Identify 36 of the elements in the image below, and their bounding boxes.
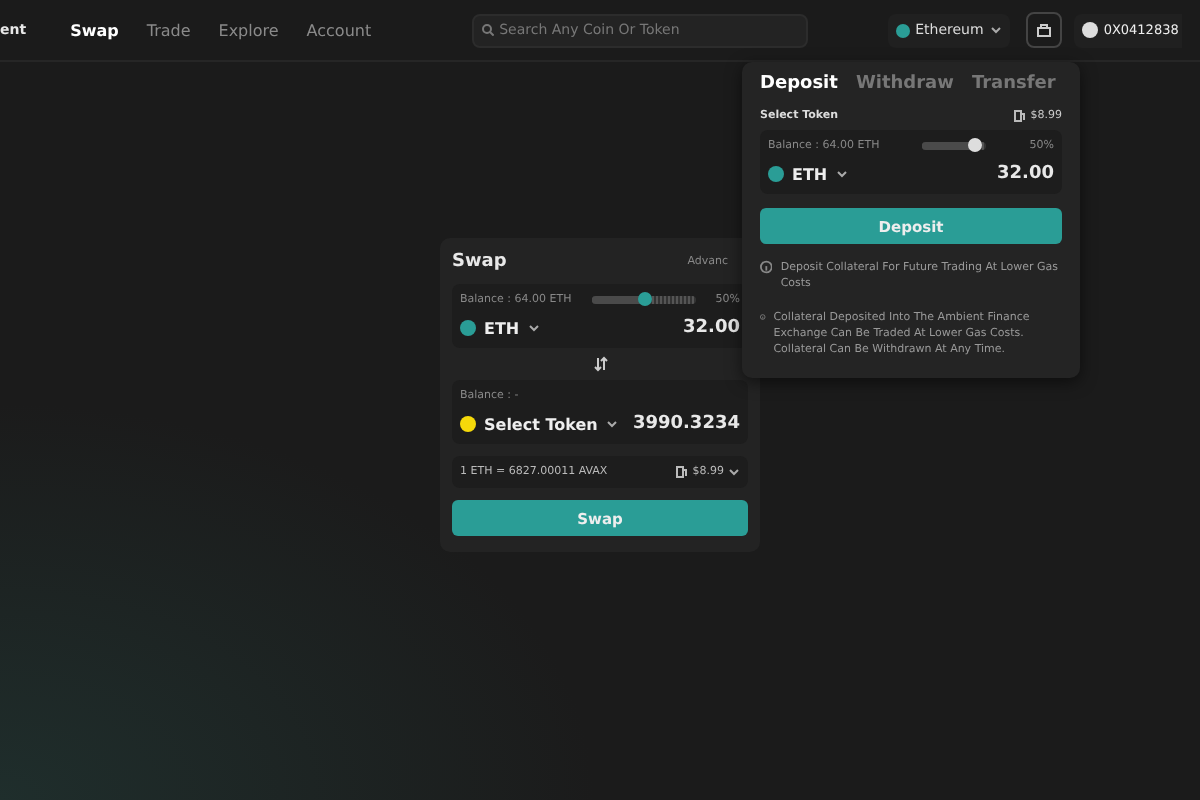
caret-icon <box>835 170 848 178</box>
gas-pump-icon <box>676 466 689 478</box>
caret-icon <box>728 468 740 476</box>
nav-link[interactable]: Explore <box>218 21 279 39</box>
caret-icon <box>989 26 1002 34</box>
amount-value: 32.00 <box>997 164 1054 184</box>
token-selector[interactable]: ETH <box>768 165 848 183</box>
panel-tab[interactable]: Deposit <box>760 74 838 94</box>
info-icon <box>760 309 766 323</box>
nav-link[interactable]: Trade <box>146 21 191 39</box>
swap-arrows-icon[interactable] <box>593 356 607 372</box>
nav-link[interactable]: Account <box>306 21 372 39</box>
ethereum-icon <box>895 23 910 37</box>
info-icon <box>760 260 773 274</box>
caret-icon <box>527 324 540 332</box>
panel-tab[interactable]: Withdraw <box>855 74 954 94</box>
bag-icon <box>1035 22 1052 38</box>
gas-pump-icon <box>1014 110 1027 122</box>
ethereum-icon <box>460 320 476 336</box>
slider-track[interactable] <box>591 296 696 304</box>
avatar-circle <box>1081 22 1098 38</box>
search-icon <box>481 24 494 36</box>
slider-thumb[interactable] <box>637 292 652 306</box>
amount-value: 3990.3234 <box>632 414 740 434</box>
amount-value: 32.00 <box>683 318 740 338</box>
token-selector[interactable]: Select Token <box>460 415 618 433</box>
card-title: Swap <box>452 252 507 272</box>
ethereum-icon <box>768 166 784 182</box>
slider-thumb[interactable] <box>967 138 982 152</box>
caret-icon <box>605 420 618 428</box>
panel-tab[interactable]: Transfer <box>971 74 1056 94</box>
nav-link[interactable]: Swap <box>70 21 119 39</box>
slider-track[interactable] <box>922 142 987 150</box>
token-selector[interactable]: ETH <box>460 319 540 337</box>
token-icon <box>460 416 476 432</box>
wallet-button[interactable] <box>1025 12 1062 48</box>
